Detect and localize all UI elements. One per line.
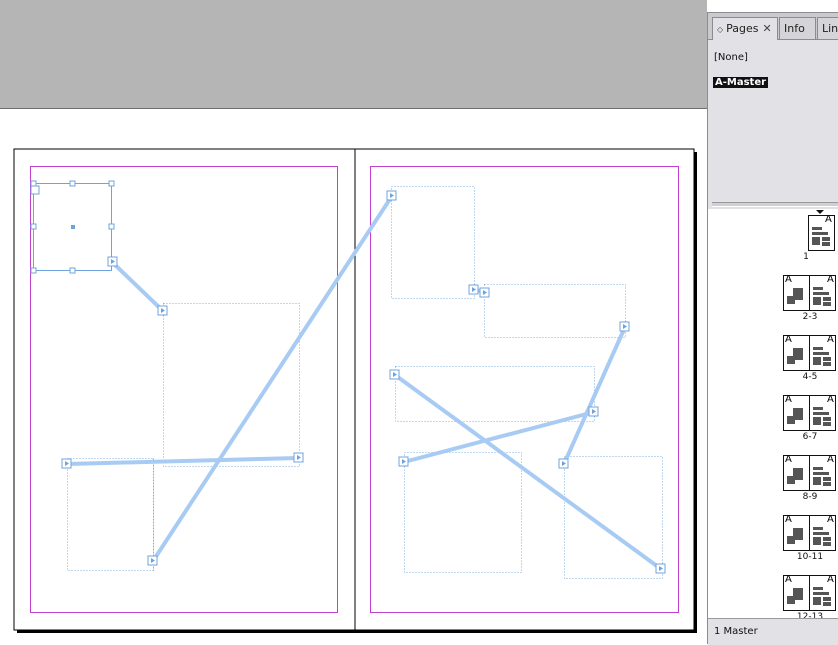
page-label: 8-9 xyxy=(802,492,818,502)
current-page-marker xyxy=(816,210,824,214)
page-label: 10-11 xyxy=(796,552,824,562)
page-master-prefix: A xyxy=(827,454,834,465)
page-label: 2-3 xyxy=(802,312,818,322)
page-master-prefix: A xyxy=(827,574,834,585)
panel-status-bar: 1 Master xyxy=(708,618,838,645)
pages-list[interactable]: A A A A A A A A A A A A A 1 2-3 4-5 6-7 … xyxy=(708,209,838,619)
pages-panel: ◇Pages✕ Info Links [None] A-Master xyxy=(707,12,838,645)
page-master-prefix: A xyxy=(825,214,832,225)
masters-section: [None] A-Master xyxy=(708,40,838,204)
page-master-prefix: A xyxy=(785,274,792,285)
status-text: 1 Master xyxy=(714,626,758,637)
page-label: 4-5 xyxy=(802,372,818,382)
page-label: 1 xyxy=(803,252,809,262)
tab-pages[interactable]: ◇ Pages ✕ xyxy=(712,17,778,40)
panel-divider[interactable] xyxy=(712,202,838,207)
page-master-prefix: A xyxy=(785,574,792,585)
page-master-prefix: A xyxy=(785,454,792,465)
master-none[interactable]: [None] xyxy=(714,52,748,63)
page-master-prefix: A xyxy=(827,274,834,285)
document-canvas[interactable] xyxy=(0,0,707,643)
page-master-prefix: A xyxy=(785,394,792,405)
collapse-arrows-icon: ◇ xyxy=(717,25,724,34)
tab-info[interactable]: Info xyxy=(779,17,816,39)
close-icon[interactable]: ✕ xyxy=(763,22,772,35)
spread-artwork[interactable] xyxy=(0,0,707,643)
page-master-prefix: A xyxy=(827,334,834,345)
master-a[interactable]: A-Master xyxy=(713,77,769,88)
page-master-prefix: A xyxy=(827,394,834,405)
page-master-prefix: A xyxy=(785,334,792,345)
left-page[interactable] xyxy=(13,148,356,631)
page-master-prefix: A xyxy=(827,514,834,525)
tab-links[interactable]: Links xyxy=(817,17,838,39)
panel-tab-bar: ◇Pages✕ Info Links xyxy=(708,13,838,40)
page-master-prefix: A xyxy=(785,514,792,525)
page-label: 6-7 xyxy=(802,432,818,442)
